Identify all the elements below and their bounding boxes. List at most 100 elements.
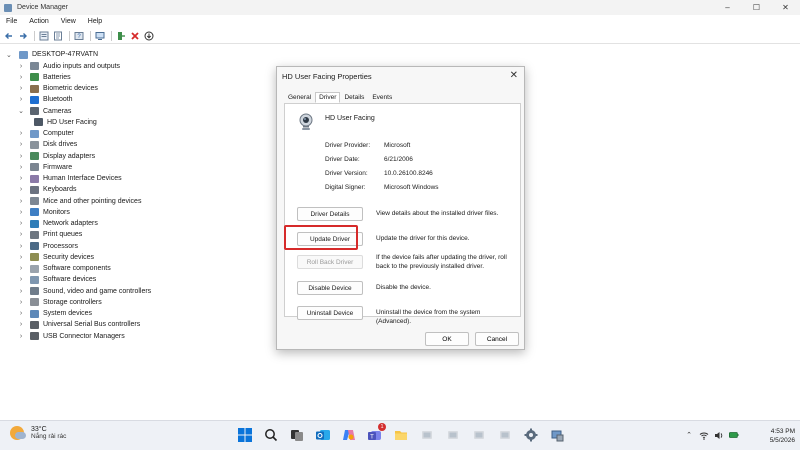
disable-device-button[interactable]: Disable Device — [297, 281, 363, 295]
tree-item[interactable]: › Storage controllers — [17, 297, 102, 308]
webcam-icon — [34, 118, 43, 127]
uninstall-icon[interactable] — [129, 30, 141, 42]
scan-hardware-icon[interactable] — [94, 30, 106, 42]
maximize-button[interactable]: ☐ — [742, 0, 771, 15]
tree-item[interactable]: › Network adapters — [17, 218, 98, 229]
tree-item[interactable]: › Mice and other pointing devices — [17, 196, 141, 207]
tab-driver[interactable]: Driver — [315, 92, 341, 103]
chevron-right-icon[interactable]: › — [17, 243, 25, 250]
ok-button[interactable]: OK — [425, 332, 469, 346]
update-driver-icon[interactable] — [115, 30, 127, 42]
chevron-right-icon[interactable]: › — [17, 220, 25, 227]
disable-device-icon[interactable] — [143, 30, 155, 42]
tree-item[interactable]: › Display adapters — [17, 151, 95, 162]
pinned-app-4[interactable] — [496, 426, 514, 444]
driver-details-button[interactable]: Driver Details — [297, 207, 363, 221]
menu-view[interactable]: View — [55, 18, 82, 25]
chevron-right-icon[interactable]: › — [17, 333, 25, 340]
tree-item[interactable]: ⌄ Cameras — [17, 106, 71, 117]
tree-item[interactable]: › Bluetooth — [17, 94, 73, 105]
tree-item[interactable]: › Software devices — [17, 274, 96, 285]
tree-item[interactable]: › Universal Serial Bus controllers — [17, 319, 140, 330]
chevron-right-icon[interactable]: › — [17, 186, 25, 193]
chevron-right-icon[interactable]: › — [17, 85, 25, 92]
tab-general[interactable]: General — [284, 92, 315, 103]
tree-item[interactable]: › USB Connector Managers — [17, 331, 125, 342]
minimize-button[interactable]: – — [713, 0, 742, 15]
chevron-right-icon[interactable]: › — [17, 175, 25, 182]
forward-icon[interactable] — [17, 30, 29, 42]
dialog-close-icon[interactable]: ✕ — [510, 70, 518, 81]
properties-icon[interactable] — [52, 30, 64, 42]
chevron-right-icon[interactable]: › — [17, 63, 25, 70]
chevron-right-icon[interactable]: › — [17, 254, 25, 261]
tree-item[interactable]: › Human Interface Devices — [17, 173, 122, 184]
start-button[interactable] — [236, 426, 254, 444]
device-manager-app[interactable] — [548, 426, 566, 444]
pinned-app-1[interactable] — [418, 426, 436, 444]
chevron-right-icon[interactable]: › — [17, 321, 25, 328]
tree-item[interactable]: › Disk drives — [17, 139, 77, 150]
copilot-app[interactable] — [340, 426, 358, 444]
task-view-button[interactable] — [288, 426, 306, 444]
menu-action[interactable]: Action — [23, 18, 54, 25]
tree-item[interactable]: › Processors — [17, 241, 78, 252]
chevron-right-icon[interactable]: › — [17, 288, 25, 295]
menu-help[interactable]: Help — [82, 18, 108, 25]
chevron-right-icon[interactable]: › — [17, 153, 25, 160]
cancel-button[interactable]: Cancel — [475, 332, 519, 346]
battery-icon[interactable] — [729, 430, 739, 440]
back-icon[interactable] — [3, 30, 15, 42]
chevron-right-icon[interactable]: › — [17, 96, 25, 103]
tab-events[interactable]: Events — [368, 92, 396, 103]
copilot-icon — [343, 430, 355, 440]
chevron-right-icon[interactable]: › — [17, 141, 25, 148]
tree-root[interactable]: ⌄ DESKTOP-47RVATN — [6, 49, 98, 60]
help-icon[interactable]: ? — [73, 30, 85, 42]
chevron-right-icon[interactable]: › — [17, 310, 25, 317]
tree-item[interactable]: › Security devices — [17, 252, 94, 263]
pinned-app-3[interactable] — [470, 426, 488, 444]
chevron-right-icon[interactable]: › — [17, 209, 25, 216]
close-button[interactable]: ✕ — [771, 0, 800, 15]
uninstall-device-button[interactable]: Uninstall Device — [297, 306, 363, 320]
chevron-right-icon[interactable]: › — [17, 299, 25, 306]
roll-back-driver-button[interactable]: Roll Back Driver — [297, 255, 363, 269]
device-name: HD User Facing — [325, 115, 375, 122]
teams-app[interactable]: T 1 — [366, 423, 386, 444]
properties-view-icon[interactable] — [38, 30, 50, 42]
chevron-right-icon[interactable]: › — [17, 74, 25, 81]
tree-item[interactable]: › Audio inputs and outputs — [17, 61, 120, 72]
chevron-right-icon[interactable]: › — [17, 265, 25, 272]
outlook-app[interactable] — [314, 426, 332, 444]
tree-item[interactable]: › Batteries — [17, 72, 71, 83]
tree-item[interactable]: HD User Facing — [34, 117, 97, 128]
chevron-down-icon[interactable]: ⌄ — [6, 51, 14, 59]
tree-item[interactable]: › Software components — [17, 263, 111, 274]
tree-item[interactable]: › Print queues — [17, 229, 82, 240]
search-button[interactable] — [262, 426, 280, 444]
chevron-down-icon[interactable]: ⌄ — [17, 107, 25, 115]
file-explorer-app[interactable] — [392, 426, 410, 444]
clock[interactable]: 4:53 PM 5/5/2026 — [755, 427, 795, 445]
menu-file[interactable]: File — [0, 18, 23, 25]
tree-item[interactable]: › Sound, video and game controllers — [17, 286, 151, 297]
pinned-app-2[interactable] — [444, 426, 462, 444]
chevron-right-icon[interactable]: › — [17, 130, 25, 137]
settings-app[interactable] — [522, 426, 540, 444]
tree-item[interactable]: › Monitors — [17, 207, 70, 218]
chevron-right-icon[interactable]: › — [17, 276, 25, 283]
chevron-right-icon[interactable]: › — [17, 231, 25, 238]
chevron-right-icon[interactable]: › — [17, 198, 25, 205]
wifi-icon[interactable] — [699, 430, 709, 440]
volume-icon[interactable] — [714, 430, 724, 440]
tree-item[interactable]: › Keyboards — [17, 184, 76, 195]
tree-item[interactable]: › Biometric devices — [17, 83, 98, 94]
chevron-right-icon[interactable]: › — [17, 164, 25, 171]
chevron-up-icon[interactable]: ⌃ — [684, 430, 694, 440]
tab-details[interactable]: Details — [340, 92, 368, 103]
weather-widget[interactable]: 33°C Nắng rải rác — [10, 426, 66, 440]
tree-item[interactable]: › System devices — [17, 308, 92, 319]
tree-item[interactable]: › Firmware — [17, 162, 72, 173]
tree-item[interactable]: › Computer — [17, 128, 74, 139]
